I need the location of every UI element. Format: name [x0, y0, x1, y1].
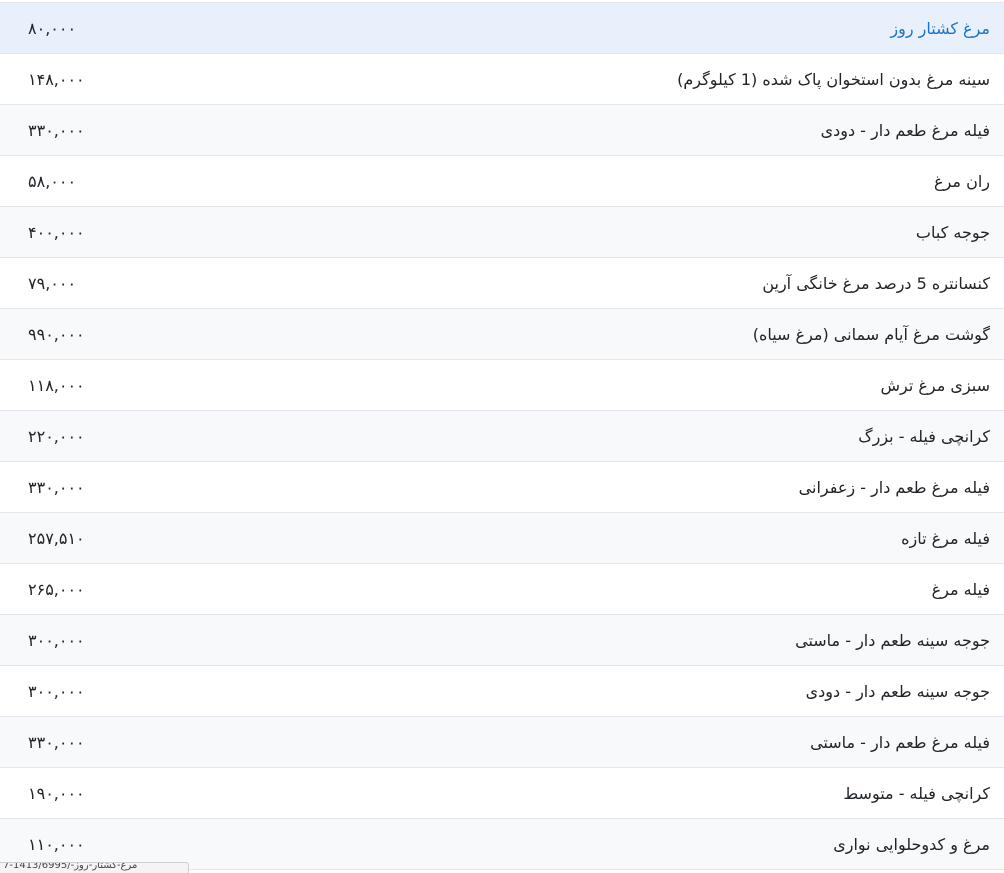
product-name[interactable]: کرانچی فیله - متوسط	[843, 784, 1004, 803]
product-name[interactable]: فیله مرغ طعم دار - دودی	[821, 121, 1004, 140]
row-price: ۹۹۰,۰۰۰	[28, 324, 85, 344]
table-row[interactable]: ۱۹۰,۰۰۰ کرانچی فیله - متوسط	[0, 768, 1004, 819]
row-price: ۳۰۰,۰۰۰	[28, 681, 85, 701]
row-price: ۱۱۸,۰۰۰	[28, 375, 85, 395]
table-row[interactable]: ۳۳۰,۰۰۰ فیله مرغ طعم دار - دودی	[0, 105, 1004, 156]
row-price: ۷۹,۰۰۰	[28, 273, 77, 293]
table-row[interactable]: ۸۰,۰۰۰ مرغ کشتار روز	[0, 3, 1004, 54]
table-row[interactable]: ۳۳۰,۰۰۰ فیله مرغ طعم دار - زعفرانی	[0, 462, 1004, 513]
row-price: ۴۰۰,۰۰۰	[28, 222, 85, 242]
table-row[interactable]: ۵۸,۰۰۰ ران مرغ	[0, 156, 1004, 207]
row-price: ۳۳۰,۰۰۰	[28, 732, 85, 752]
row-price: ۱۱۰,۰۰۰	[28, 834, 85, 854]
table-row[interactable]: ۳۰۰,۰۰۰ جوجه سینه طعم دار - ماستی	[0, 615, 1004, 666]
product-name[interactable]: فیله مرغ طعم دار - ماستی	[810, 733, 1004, 752]
product-name[interactable]: ران مرغ	[934, 172, 1004, 191]
table-row[interactable]: ۹۹۰,۰۰۰ گوشت مرغ آیام سمانی (مرغ سیاه)	[0, 309, 1004, 360]
product-name[interactable]: جوجه کباب	[916, 223, 1004, 242]
product-name[interactable]: کنسانتره 5 درصد مرغ خانگی آرین	[762, 274, 1004, 293]
product-name[interactable]: جوجه سینه طعم دار - دودی	[806, 682, 1004, 701]
row-price: ۳۰۰,۰۰۰	[28, 630, 85, 650]
table-row[interactable]: ۲۵۷,۵۱۰ فیله مرغ تازه	[0, 513, 1004, 564]
row-price: ۸۰,۰۰۰	[28, 18, 77, 38]
table-row[interactable]: ۳۳۰,۰۰۰ فیله مرغ طعم دار - ماستی	[0, 717, 1004, 768]
table-row[interactable]: ۱۱۸,۰۰۰ سبزی مرغ ترش	[0, 360, 1004, 411]
table-row[interactable]: ۱۴۸,۰۰۰ سینه مرغ بدون استخوان پاک شده (1…	[0, 54, 1004, 105]
row-price: ۲۵۷,۵۱۰	[28, 528, 85, 548]
table-row[interactable]: ۳۰۰,۰۰۰ جوجه سینه طعم دار - دودی	[0, 666, 1004, 717]
row-price: ۳۳۰,۰۰۰	[28, 120, 85, 140]
browser-status-bar: 7-1413/6995/-مرغ-کشتار-روز	[0, 862, 189, 873]
product-name[interactable]: کرانچی فیله - بزرگ	[858, 427, 1004, 446]
row-price: ۲۲۰,۰۰۰	[28, 426, 85, 446]
product-name[interactable]: سینه مرغ بدون استخوان پاک شده (1 کیلوگرم…	[677, 70, 1004, 89]
product-name[interactable]: فیله مرغ	[932, 580, 1004, 599]
table-row[interactable]: ۲۲۰,۰۰۰ کرانچی فیله - بزرگ	[0, 411, 1004, 462]
product-name[interactable]: گوشت مرغ آیام سمانی (مرغ سیاه)	[753, 325, 1004, 344]
row-price: ۱۹۰,۰۰۰	[28, 783, 85, 803]
product-name[interactable]: سبزی مرغ ترش	[880, 376, 1004, 395]
row-price: ۵۸,۰۰۰	[28, 171, 77, 191]
row-price: ۳۳۰,۰۰۰	[28, 477, 85, 497]
product-name[interactable]: فیله مرغ طعم دار - زعفرانی	[799, 478, 1004, 497]
table-row[interactable]: ۲۶۵,۰۰۰ فیله مرغ	[0, 564, 1004, 615]
row-price: ۱۴۸,۰۰۰	[28, 69, 85, 89]
table-row[interactable]: ۴۰۰,۰۰۰ جوجه کباب	[0, 207, 1004, 258]
product-name[interactable]: مرغ و کدوحلوایی نواری	[833, 835, 1004, 854]
product-name[interactable]: جوجه سینه طعم دار - ماستی	[795, 631, 1004, 650]
product-link[interactable]: مرغ کشتار روز	[890, 19, 1004, 38]
table-row[interactable]: ۷۹,۰۰۰ کنسانتره 5 درصد مرغ خانگی آرین	[0, 258, 1004, 309]
status-url: 7-1413/6995/-مرغ-کشتار-روز	[3, 862, 138, 871]
product-name[interactable]: فیله مرغ تازه	[901, 529, 1004, 548]
price-table: ۸۰,۰۰۰ مرغ کشتار روز ۱۴۸,۰۰۰ سینه مرغ بد…	[0, 2, 1004, 870]
row-price: ۲۶۵,۰۰۰	[28, 579, 85, 599]
